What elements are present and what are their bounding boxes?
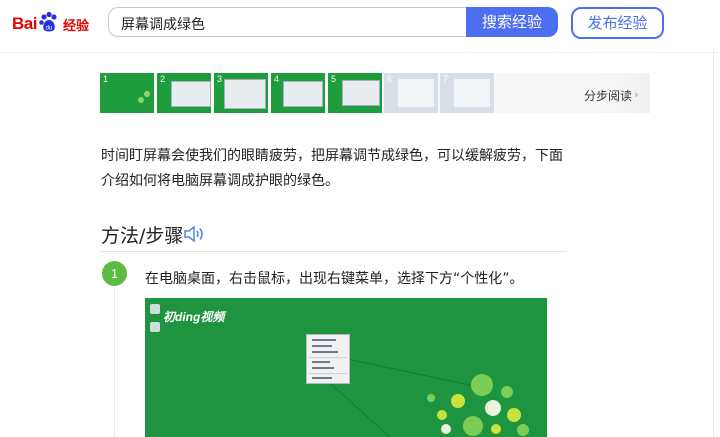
thumbnail-number: 1: [103, 74, 109, 84]
step-instruction: 在电脑桌面，右击鼠标，出现右键菜单，选择下方“个性化”。: [145, 271, 524, 287]
thumbnail-number: 6: [387, 74, 393, 84]
baidu-jingyan-logo[interactable]: Bai du 经验: [12, 9, 89, 39]
step-thumbnail[interactable]: 2: [157, 73, 211, 113]
desktop-icon: [150, 304, 160, 314]
speaker-icon[interactable]: [183, 224, 207, 244]
video-watermark: 初ding视频: [163, 310, 225, 324]
step-thumbnails-strip: 1 2 3 4 5 6 7: [100, 73, 650, 113]
logo-bai-text: Bai: [12, 14, 37, 33]
baidu-paw-icon: du: [39, 11, 57, 32]
intro-paragraph: 时间盯屏幕会使我们的眼睛疲劳，把屏幕调节成绿色，可以缓解疲劳，下面介绍如何将电脑…: [101, 148, 563, 189]
method-heading: 方法/步骤: [101, 225, 184, 247]
step-thumbnail[interactable]: 1: [100, 73, 154, 113]
chevron-right-icon: ›: [634, 88, 639, 101]
step-thumbnail[interactable]: 3: [214, 73, 268, 113]
step-thumbnail[interactable]: 4: [271, 73, 325, 113]
search-input[interactable]: 屏幕调成绿色: [108, 7, 466, 37]
step-timeline-line: [114, 286, 115, 437]
step-by-step-reading-link[interactable]: 分步阅读: [584, 87, 632, 104]
thumbnail-number: 3: [217, 74, 223, 84]
step-thumbnail[interactable]: 7: [440, 73, 494, 113]
publish-experience-button[interactable]: 发布经验: [571, 7, 664, 39]
right-border: [713, 48, 714, 437]
step-number-badge: 1: [102, 261, 127, 286]
thumbnail-number: 2: [160, 74, 166, 84]
method-divider: [101, 251, 567, 252]
thumbnail-number: 7: [443, 74, 449, 84]
search-button[interactable]: 搜索经验: [466, 7, 558, 37]
step-screenshot[interactable]: 初ding视频: [145, 298, 547, 437]
desktop-icon: [150, 322, 160, 332]
step-thumbnail[interactable]: 6: [384, 73, 438, 113]
step-thumbnail[interactable]: 5: [328, 73, 382, 113]
svg-text:du: du: [46, 26, 53, 32]
context-menu: [306, 334, 350, 384]
thumbnail-number: 4: [274, 74, 280, 84]
logo-jingyan-text: 经验: [62, 18, 89, 34]
thumbnail-number: 5: [331, 74, 337, 84]
header-divider: [0, 52, 720, 53]
top-header: Bai du 经验 屏幕调成绿色 搜索经验 发布经验: [0, 0, 720, 48]
